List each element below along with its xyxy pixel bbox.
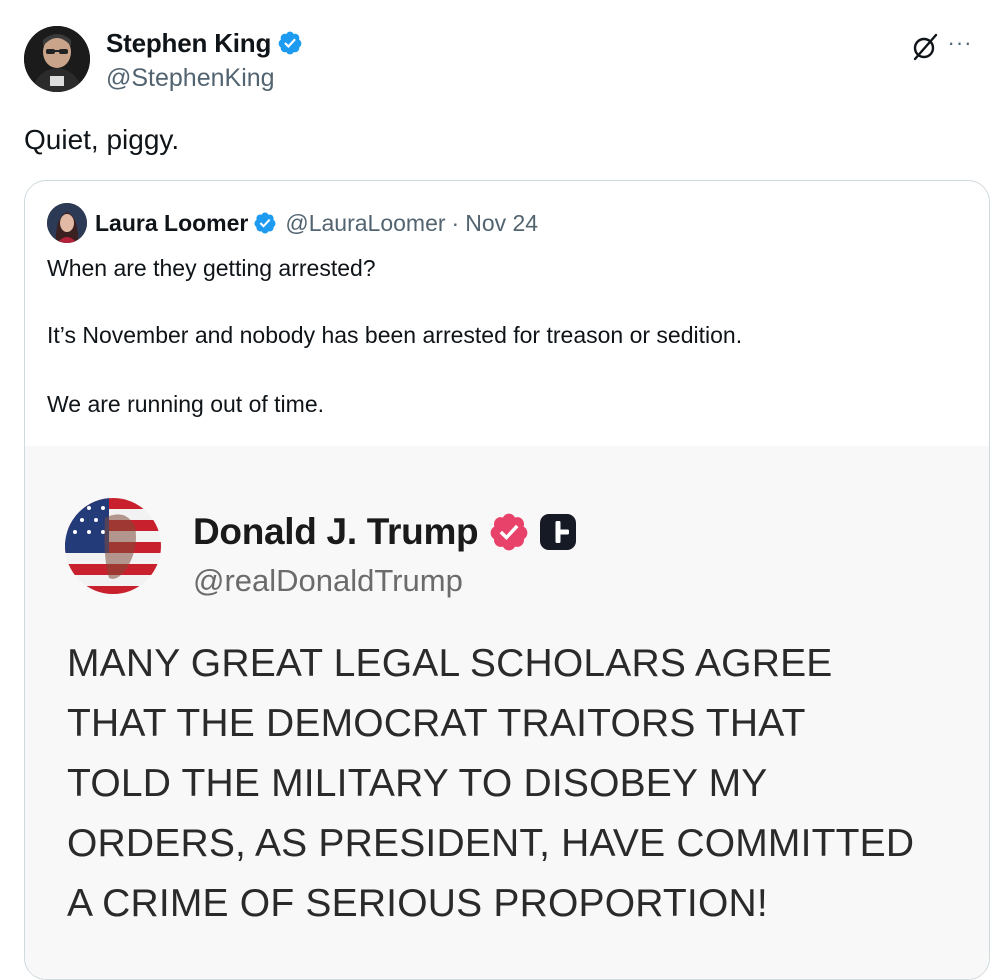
author-display-name[interactable]: Stephen King — [106, 28, 271, 59]
embedded-author-display-name: Donald J. Trump — [193, 511, 479, 552]
author-avatar[interactable] — [24, 26, 90, 92]
author-avatar-image — [24, 26, 90, 92]
author-name-block: Stephen King @StephenKing — [106, 26, 303, 93]
quoted-author-avatar[interactable] — [47, 203, 87, 243]
embedded-text-line: ORDERS, AS PRESIDENT, HAVE COMMITTED — [67, 822, 915, 865]
quoted-author-handle[interactable]: @LauraLoomer — [285, 210, 445, 237]
quoted-avatar-image — [47, 203, 87, 243]
quoted-text-line: We are running out of time. — [47, 391, 324, 417]
quoted-verified-badge-icon[interactable] — [253, 211, 277, 235]
truth-plus-badge-icon — [540, 514, 577, 550]
embedded-name-row: Donald J. Trump — [193, 508, 578, 556]
embedded-text-line: THAT THE DEMOCRAT TRAITORS THAT — [67, 702, 806, 745]
quoted-post-date[interactable]: Nov 24 — [465, 210, 538, 237]
separator-dot: · — [451, 209, 460, 236]
post-header: Stephen King @StephenKing ··· — [24, 26, 976, 94]
embedded-avatar-image — [65, 498, 161, 594]
embedded-author-handle: @realDonaldTrump — [193, 563, 463, 598]
display-name-row: Stephen King — [106, 26, 303, 60]
author-handle[interactable]: @StephenKing — [106, 64, 303, 93]
embedded-text-line: A CRIME OF SERIOUS PROPORTION! — [67, 882, 768, 925]
quoted-text-line: It’s November and nobody has been arrest… — [47, 322, 743, 348]
embedded-post-image[interactable]: Donald J. Trump @realDonaldTrump MANY GR… — [25, 446, 989, 979]
embedded-text-line: MANY GREAT LEGAL SCHOLARS AGREE — [67, 642, 833, 685]
embedded-author-avatar — [65, 498, 161, 594]
grok-icon[interactable] — [910, 32, 940, 62]
more-icon[interactable]: ··· — [944, 28, 976, 58]
verified-badge-icon[interactable] — [277, 30, 303, 56]
post-page: Stephen King @StephenKing ··· Quiet, pig… — [0, 0, 1000, 980]
quoted-post-header: Laura Loomer @LauraLoomer · Nov 24 — [47, 203, 538, 243]
embedded-text-line: TOLD THE MILITARY TO DISOBEY MY — [67, 762, 768, 805]
quoted-author-display-name[interactable]: Laura Loomer — [95, 210, 248, 237]
quoted-text-line: When are they getting arrested? — [47, 255, 376, 281]
quoted-post-card[interactable]: Laura Loomer @LauraLoomer · Nov 24 When … — [24, 180, 990, 980]
post-text: Quiet, piggy. — [24, 124, 180, 155]
truth-verified-badge-icon — [490, 513, 528, 551]
